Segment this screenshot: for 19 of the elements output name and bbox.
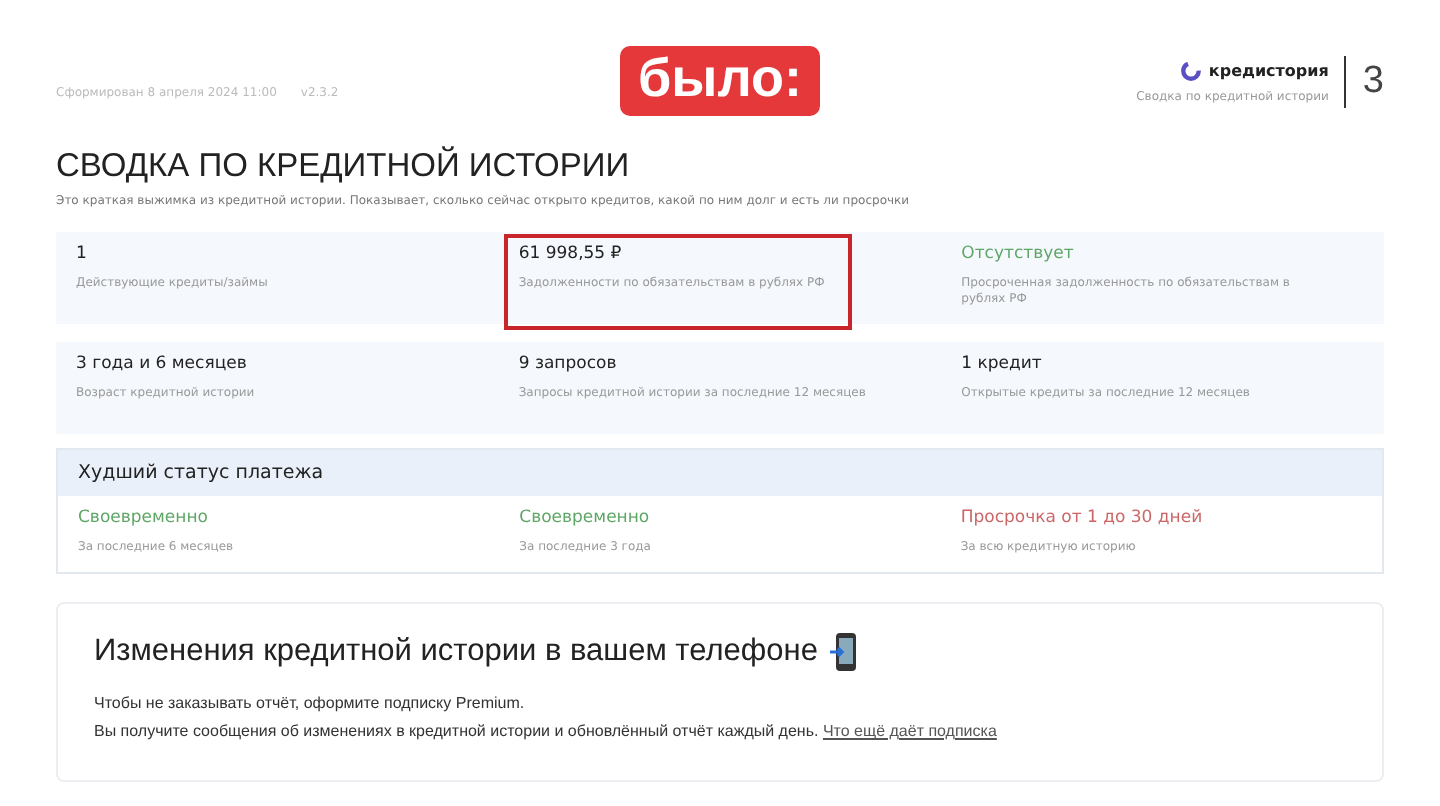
sticker-badge: было:: [619, 46, 820, 116]
subscription-link[interactable]: Что ещё даёт подписка: [822, 722, 997, 741]
page-number: 3: [1362, 60, 1384, 104]
status-value: Просрочка от 1 до 30 дней: [960, 508, 1205, 528]
summary-value: 3 года и 6 месяцев: [76, 354, 249, 374]
page-title: СВОДКА ПО КРЕДИТНОЙ ИСТОРИИ: [56, 148, 632, 186]
summary-value: 1 кредит: [961, 354, 1044, 374]
status-value: Своевременно: [519, 508, 652, 528]
brand-name: кредистория: [1208, 62, 1329, 80]
summary-value: 61 998,55 ₽: [518, 244, 624, 264]
summary-value: Отсутствует: [961, 244, 1076, 264]
promo-title: Изменения кредитной истории в вашем телефоне: [94, 634, 818, 671]
promo-text: Чтобы не заказывать отчёт, оформите подписку Premium.: [94, 694, 527, 713]
summary-value: 1: [76, 244, 89, 264]
promo-text: Вы получите сообщения об изменениях в кредитной истории и обновлённый отчёт каждый день.: [94, 722, 819, 741]
logo-icon: [1180, 60, 1203, 82]
status-value: Своевременно: [78, 508, 210, 528]
summary-value: 9 запросов: [518, 354, 619, 374]
worst-status-title: Худший статус платежа: [58, 450, 1382, 496]
